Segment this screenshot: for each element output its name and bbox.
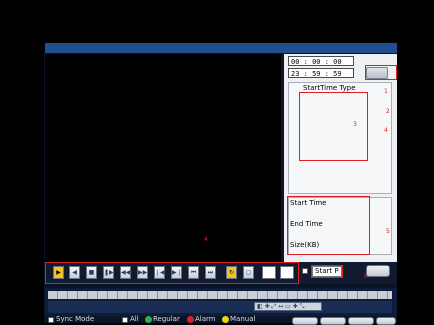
annotation-number-2: 2 [386, 108, 390, 115]
step-forward-button[interactable]: ❚▶ [103, 266, 114, 279]
window-title-bar [45, 43, 397, 53]
alarm-color-icon [187, 316, 194, 323]
annotation-box-start [311, 265, 343, 278]
sync-mode-label: Sync Mode [56, 315, 95, 323]
timeline-button-2[interactable] [320, 317, 346, 325]
annotation-box-3 [299, 92, 368, 161]
timeline-track[interactable] [48, 301, 392, 313]
backup-button[interactable] [366, 265, 390, 277]
annotation-box-1 [365, 65, 397, 80]
video-display-area[interactable] [45, 54, 281, 263]
annotation-number-5: 5 [386, 228, 390, 235]
annotation-number-4: 4 [384, 127, 388, 134]
volume-box[interactable] [262, 266, 276, 279]
timeline-zoom-controls[interactable]: ◧ ✚ ⤢ ↔ ▭ ✚ ⤡ [254, 302, 322, 311]
slow-button[interactable]: ◀◀ [120, 266, 131, 279]
next-file-button[interactable]: ⏭ [205, 266, 216, 279]
previous-frame-button[interactable]: ❘◀ [154, 266, 165, 279]
sync-mode-checkbox[interactable] [48, 317, 54, 323]
previous-file-button[interactable]: ⏮ [188, 266, 199, 279]
audio-box[interactable] [280, 266, 294, 279]
manual-label: Manual [230, 315, 256, 323]
start-time-input[interactable]: 00 : 00 : 00 [288, 56, 354, 66]
alarm-label: Alarm [195, 315, 216, 323]
annotation-number-1: 1 [384, 88, 388, 95]
fullscreen-button[interactable]: ◻ [243, 266, 254, 279]
regular-label: Regular [153, 315, 180, 323]
regular-color-icon [145, 316, 152, 323]
all-checkbox[interactable] [122, 317, 128, 323]
start-time-type-header: StartTime Type [303, 84, 356, 92]
play-button[interactable]: ▶ [53, 266, 64, 279]
timeline-button-4[interactable] [376, 317, 396, 325]
loop-button[interactable]: ↻ [226, 266, 237, 279]
reverse-play-button[interactable]: ◀ [69, 266, 80, 279]
annotation-number-6: 4 [204, 236, 208, 243]
annotation-box-5 [287, 196, 370, 255]
timeline-button-3[interactable] [348, 317, 374, 325]
annotation-number-3: 3 [353, 121, 357, 128]
end-time-input[interactable]: 23 : 59 : 59 [288, 68, 354, 78]
timeline-button-1[interactable] [292, 317, 318, 325]
timeline-ruler[interactable] [48, 291, 392, 299]
all-label: All [130, 315, 139, 323]
fast-forward-button[interactable]: ▶▶ [137, 266, 148, 279]
start-play-checkbox[interactable] [302, 268, 308, 274]
stop-button[interactable]: ■ [86, 266, 97, 279]
next-frame-button[interactable]: ▶❘ [171, 266, 182, 279]
manual-color-icon [222, 316, 229, 323]
